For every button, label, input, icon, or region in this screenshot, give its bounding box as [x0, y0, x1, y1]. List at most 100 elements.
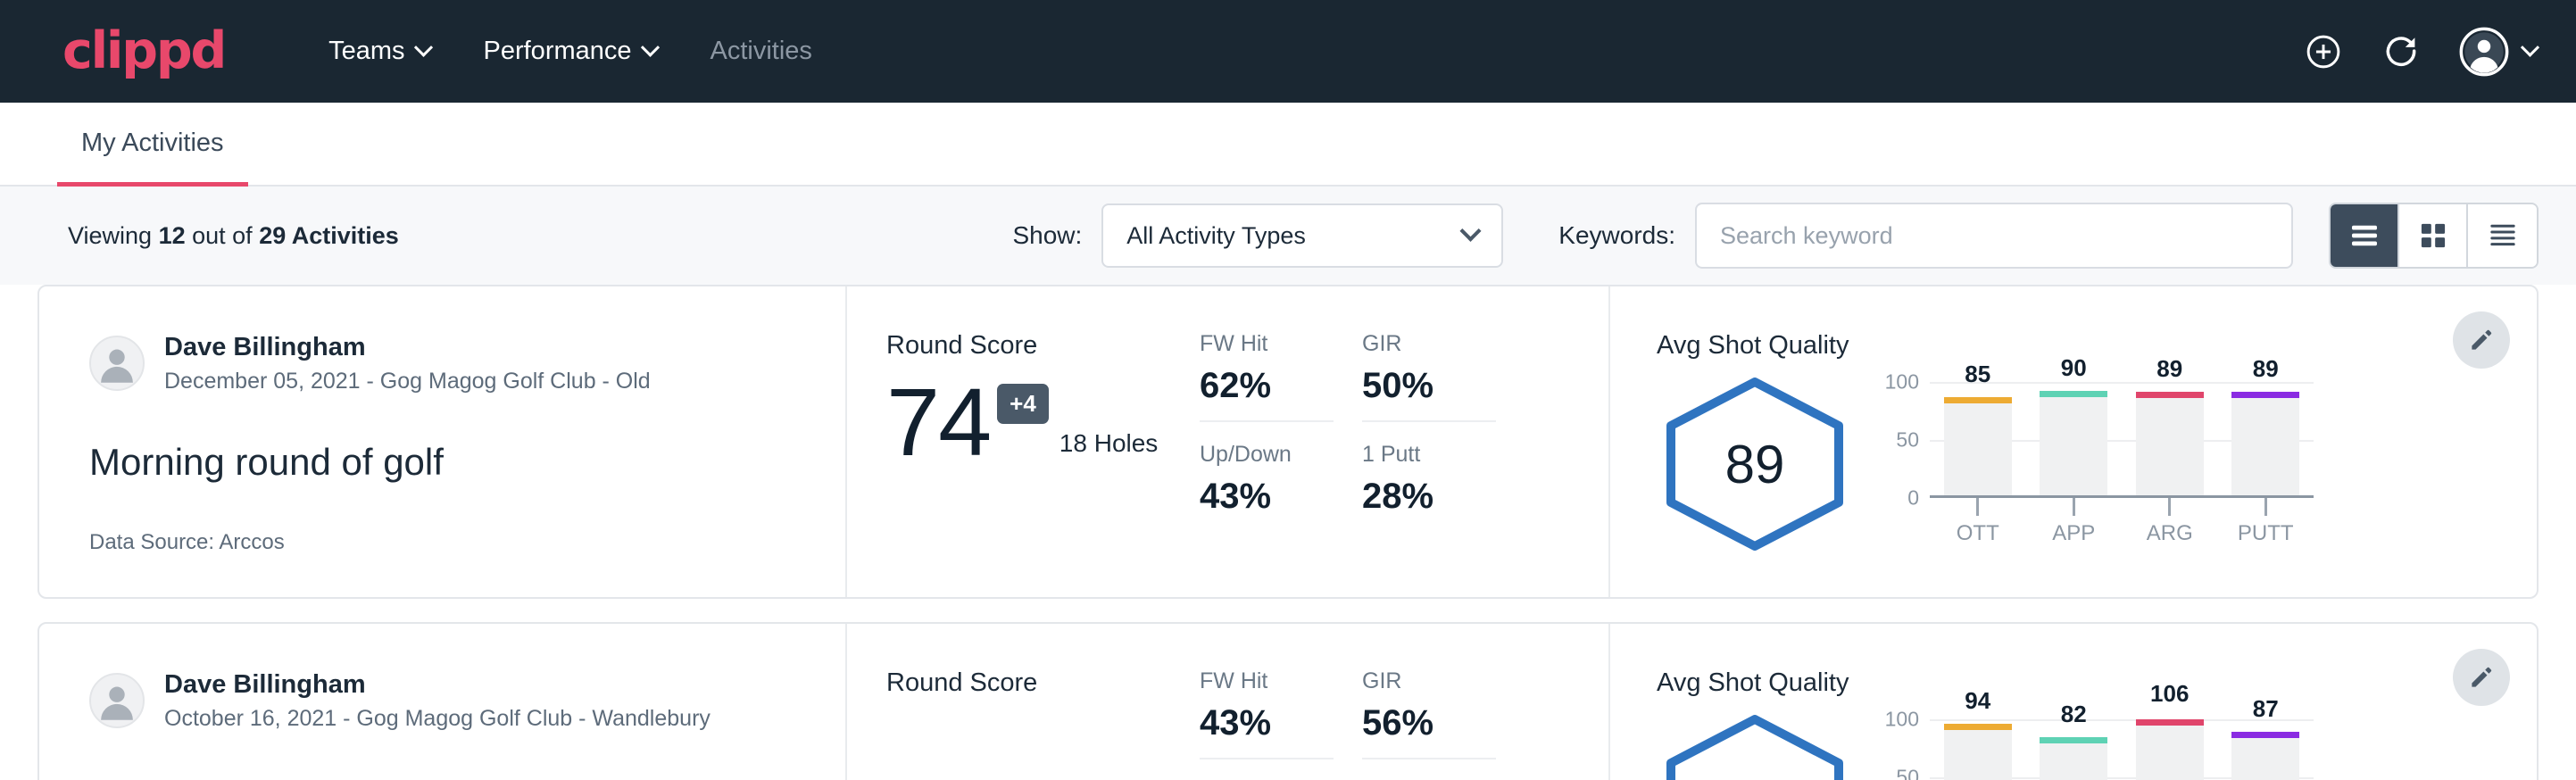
stat-gir: GIR 56%: [1362, 668, 1496, 759]
viewing-total: 29 Activities: [259, 222, 399, 249]
show-label: Show:: [1012, 221, 1082, 250]
edit-activity-button[interactable]: [2453, 649, 2510, 706]
bar-group: 90: [2026, 382, 2123, 495]
search-input[interactable]: [1695, 203, 2293, 269]
shot-quality-hexagon: 89: [1657, 375, 1853, 553]
x-tick-label: ARG: [2122, 521, 2218, 546]
bar-value-label: 87: [2253, 695, 2279, 723]
round-score-value: 74: [886, 377, 990, 469]
chevron-down-icon: [413, 38, 432, 57]
stat-label: FW Hit: [1200, 331, 1334, 357]
viewing-mid: out of: [186, 222, 260, 249]
avg-shot-quality-section: Avg Shot Quality 050100 94 82 106: [1610, 624, 2537, 780]
activity-card[interactable]: Dave Billingham December 05, 2021 - Gog …: [37, 285, 2539, 599]
avatar: [89, 673, 145, 728]
bar-group: 89: [2122, 382, 2218, 495]
activity-identity: Dave Billingham December 05, 2021 - Gog …: [39, 286, 847, 597]
bar-group: 82: [2026, 719, 2123, 780]
y-tick-label: 100: [1885, 708, 1919, 732]
stat-one-putt: 1 Putt 28%: [1362, 442, 1496, 531]
stat-label: FW Hit: [1200, 668, 1334, 694]
tab-my-activities[interactable]: My Activities: [57, 104, 248, 187]
stat-gir: GIR 50%: [1362, 331, 1496, 422]
stat-value: 62%: [1200, 366, 1334, 406]
stat-label: GIR: [1362, 331, 1496, 357]
bar-value-label: 85: [1965, 361, 1990, 388]
bar-group: 94: [1930, 719, 2026, 780]
x-tick-label: PUTT: [2218, 521, 2314, 546]
bar-cap: [1944, 724, 2012, 730]
bar: [2136, 719, 2204, 780]
activity-type-select[interactable]: All Activity Types: [1101, 203, 1503, 268]
edit-activity-button[interactable]: [2453, 311, 2510, 369]
bar-group: 85: [1930, 382, 2026, 495]
stat-up-down: Up/Down 43%: [1200, 442, 1334, 531]
refresh-button[interactable]: [2381, 32, 2421, 71]
activity-meta: October 16, 2021 - Gog Magog Golf Club -…: [164, 704, 710, 734]
bar-value-label: 94: [1965, 687, 1990, 715]
activity-card[interactable]: Dave Billingham October 16, 2021 - Gog M…: [37, 622, 2539, 780]
stat-value: 50%: [1362, 366, 1496, 406]
activity-type-value: All Activity Types: [1126, 222, 1306, 250]
nav-item-teams[interactable]: Teams: [302, 37, 456, 66]
nav-item-activities[interactable]: Activities: [684, 37, 839, 66]
bar-cap: [2040, 391, 2107, 397]
bar: [2231, 732, 2299, 780]
stat-fw-hit: FW Hit 62%: [1200, 331, 1334, 422]
clippd-logo[interactable]: clippd: [62, 26, 225, 77]
round-score-section: Round Score 74 +4 18 Holes: [847, 286, 1200, 597]
keywords-label: Keywords:: [1558, 221, 1675, 250]
header-actions: [2304, 27, 2537, 77]
main-navigation: Teams Performance Activities: [302, 37, 839, 66]
activity-title: Morning round of golf: [89, 441, 795, 484]
y-tick-label: 0: [1907, 486, 1919, 510]
list-view-button[interactable]: [2331, 204, 2399, 267]
nav-item-label: Teams: [328, 37, 404, 66]
bar-cap: [2040, 737, 2107, 743]
y-tick-label: 50: [1896, 766, 1919, 780]
person-name: Dave Billingham: [164, 668, 710, 701]
pencil-icon: [2468, 664, 2495, 691]
bar-value-label: 89: [2156, 355, 2182, 383]
round-stats: FW Hit 62% GIR 50% Up/Down 43% 1 Putt 28…: [1200, 286, 1610, 597]
score-differential-badge: +4: [997, 384, 1049, 424]
stat-value: 28%: [1362, 477, 1496, 517]
x-tick-mark: [2264, 498, 2267, 516]
stat-label: Up/Down: [1200, 442, 1334, 468]
bar-group: 87: [2218, 719, 2314, 780]
nav-item-performance[interactable]: Performance: [457, 37, 684, 66]
account-menu[interactable]: [2459, 27, 2537, 77]
x-tick-mark: [2168, 498, 2171, 516]
bar: [2040, 737, 2107, 780]
x-tick-marks: [1930, 498, 2314, 521]
bar-value-label: 106: [2150, 680, 2189, 708]
stat-label: 1 Putt: [1362, 442, 1496, 468]
activity-identity: Dave Billingham October 16, 2021 - Gog M…: [39, 624, 847, 780]
round-score-label: Round Score: [886, 668, 1200, 698]
round-stats: FW Hit 43% GIR 56%: [1200, 624, 1610, 780]
activity-meta: December 05, 2021 - Gog Magog Golf Club …: [164, 367, 651, 396]
add-button[interactable]: [2304, 32, 2343, 71]
avg-shot-quality-label: Avg Shot Quality: [1657, 668, 2537, 698]
bar-group: 106: [2122, 719, 2218, 780]
stat-value: 43%: [1200, 477, 1334, 517]
x-tick-mark: [2073, 498, 2075, 516]
bar-cap: [2231, 732, 2299, 738]
filter-bar: Viewing 12 out of 29 Activities Show: Al…: [0, 187, 2576, 285]
grid-view-button[interactable]: [2399, 204, 2468, 267]
shot-quality-hexagon: [1657, 712, 1853, 780]
stat-value: 43%: [1200, 703, 1334, 743]
shot-quality-value: 89: [1657, 375, 1853, 553]
bar-cap: [1944, 397, 2012, 403]
nav-item-label: Activities: [710, 37, 812, 66]
tab-bar: My Activities: [0, 103, 2576, 187]
compact-view-button[interactable]: [2468, 204, 2537, 267]
stat-value: 56%: [1362, 703, 1496, 743]
person-name: Dave Billingham: [164, 331, 651, 363]
round-score-section: Round Score: [847, 624, 1200, 780]
chart-x-axis: OTTAPPARGPUTT: [1930, 521, 2314, 546]
bar-cap: [2231, 392, 2299, 398]
chevron-down-icon: [640, 38, 659, 57]
chart-y-axis: 050100: [1876, 719, 1926, 780]
bar: [1944, 397, 2012, 496]
